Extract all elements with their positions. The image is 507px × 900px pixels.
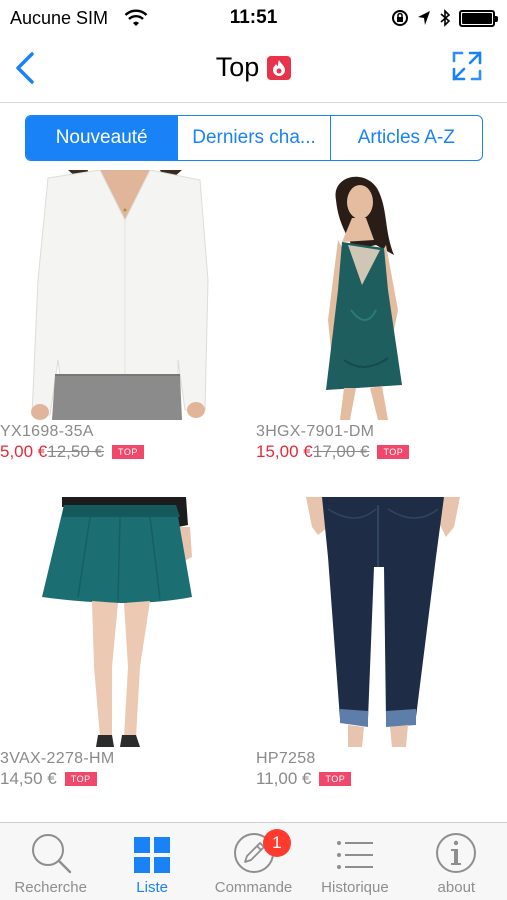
tab-liste[interactable]: Liste: [101, 823, 202, 900]
search-icon: [31, 834, 71, 874]
product-photo: [256, 170, 507, 420]
segment-derniers-changements[interactable]: Derniers cha...: [177, 116, 329, 160]
tab-label: Recherche: [14, 879, 87, 896]
grid-icon: [134, 837, 171, 873]
top-badge: TOP: [377, 445, 410, 459]
location-icon: [418, 11, 430, 25]
product-code: HP7258: [256, 750, 316, 767]
top-badge: TOP: [64, 772, 97, 786]
segment-articles-a-z[interactable]: Articles A-Z: [329, 116, 482, 160]
product-code: 3HGX-7901-DM: [256, 423, 375, 440]
tab-label: Commande: [214, 879, 293, 896]
tab-historique[interactable]: Historique: [304, 823, 405, 900]
tab-recherche[interactable]: Recherche: [0, 823, 101, 900]
product-price: 15,00 €: [256, 442, 313, 461]
product-price: 14,50 €: [0, 769, 57, 788]
fire-icon: [267, 55, 292, 80]
page-title: Top: [215, 52, 260, 82]
rotation-lock-icon: [392, 10, 408, 26]
product-code: 3VAX-2278-HM: [0, 750, 115, 767]
product-photo: [0, 497, 253, 747]
product-card[interactable]: 3VAX-2278-HM 14,50 € TOP: [0, 497, 253, 789]
tab-bar: Recherche Liste 1 Commande Historique ab…: [0, 822, 507, 900]
product-code: YX1698-35A: [0, 423, 94, 440]
product-card[interactable]: YX1698-35A 5,00 € 12,50 € TOP: [0, 170, 253, 462]
segment-nouveaute[interactable]: Nouveauté: [26, 116, 178, 160]
status-bar: Aucune SIM 11:51: [0, 0, 507, 38]
product-price: 11,00 €: [256, 769, 312, 788]
top-badge: TOP: [319, 772, 352, 786]
tab-commande[interactable]: 1 Commande: [203, 823, 304, 900]
product-photo: [256, 497, 507, 747]
tab-about[interactable]: about: [406, 823, 507, 900]
product-price: 5,00 €: [0, 442, 48, 461]
tab-label: Liste: [136, 879, 168, 896]
product-old-price: 17,00 €: [312, 442, 370, 461]
sort-segmented-control: Nouveauté Derniers cha... Articles A-Z: [25, 115, 483, 161]
top-badge: TOP: [112, 445, 144, 459]
navigation-bar: Top: [0, 38, 507, 103]
product-card[interactable]: 3HGX-7901-DM 15,00 € 17,00 € TOP: [256, 170, 507, 462]
battery-icon: [459, 9, 498, 27]
product-photo: [0, 170, 253, 420]
expand-icon[interactable]: [451, 50, 483, 82]
notification-badge: 1: [262, 829, 291, 857]
product-old-price: 12,50 €: [47, 442, 104, 461]
list-icon: [336, 841, 373, 869]
tab-label: about: [437, 879, 476, 896]
info-icon: [436, 833, 477, 873]
product-card[interactable]: HP7258 11,00 € TOP: [256, 497, 507, 789]
bluetooth-icon: [440, 9, 451, 27]
tab-label: Historique: [321, 879, 389, 896]
